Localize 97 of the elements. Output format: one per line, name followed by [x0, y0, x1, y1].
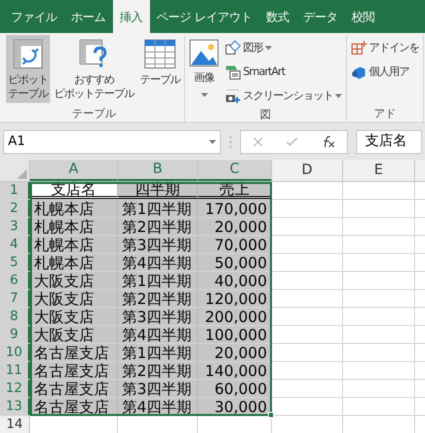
group-label: アド [374, 106, 396, 122]
table-cell: 20,000 [198, 344, 272, 361]
table-cell: 札幌本店 [30, 236, 118, 253]
table-cell: 第3四半期 [118, 308, 198, 325]
row-header[interactable]: 11 [0, 362, 30, 379]
table-cell: 大阪支店 [30, 290, 118, 307]
row-header[interactable]: 14 [0, 416, 30, 433]
column-header[interactable] [415, 160, 425, 181]
table-cell: 札幌本店 [30, 200, 118, 217]
column-header[interactable]: E [343, 160, 415, 181]
name-box[interactable]: A1 [3, 130, 221, 154]
table-cell: 第2四半期 [118, 362, 198, 379]
ribbon-tab[interactable]: 挿入 [112, 0, 150, 33]
ribbon-button[interactable]: 画像 [187, 35, 221, 99]
table-icon [144, 39, 176, 69]
table-cell: 170,000 [198, 200, 272, 217]
table-cell: 大阪支店 [30, 272, 118, 289]
table-cell: 第2四半期 [118, 218, 198, 235]
table-cell: 札幌本店 [30, 254, 118, 271]
image-icon [189, 39, 219, 67]
table-cell: 大阪支店 [30, 308, 118, 325]
ribbon-button[interactable]: SmartArt [223, 61, 344, 83]
caret-icon [265, 46, 272, 50]
ribbon-tab[interactable]: 校閲 [344, 0, 382, 33]
column-header[interactable]: A [30, 160, 118, 181]
table-cell: 70,000 [198, 236, 272, 253]
grid-plus-icon [351, 40, 367, 56]
row-header[interactable]: 3 [0, 218, 30, 235]
table-cell: 名古屋支店 [30, 398, 118, 415]
table-cell: 名古屋支店 [30, 380, 118, 397]
row-header[interactable]: 4 [0, 236, 30, 253]
row-header[interactable]: 12 [0, 380, 30, 397]
table-cell: 名古屋支店 [30, 362, 118, 379]
column-header[interactable]: D [272, 160, 343, 181]
camera-plus-icon [225, 88, 241, 104]
ribbon-button[interactable]: おすすめピボットテーブル [52, 35, 136, 103]
row-header[interactable]: 13 [0, 398, 30, 415]
select-all-icon[interactable] [17, 169, 27, 179]
row-header[interactable]: 7 [0, 290, 30, 307]
ribbon-button[interactable]: 図形 [223, 37, 344, 59]
name-box-text: A1 [8, 132, 26, 151]
column-header[interactable]: C [198, 160, 272, 181]
ribbon-button[interactable]: アドインを [349, 37, 421, 59]
grip-icon [229, 134, 232, 148]
table-cell: 第4四半期 [118, 398, 198, 415]
table-cell: 第1四半期 [118, 344, 198, 361]
fill-handle[interactable] [268, 412, 274, 418]
row-header[interactable]: 5 [0, 254, 30, 271]
cancel-icon[interactable] [252, 136, 263, 146]
ribbon-button[interactable]: スクリーンショット [223, 85, 344, 107]
table-cell: 札幌本店 [30, 218, 118, 235]
table-cell: 名古屋支店 [30, 344, 118, 361]
row-header[interactable]: 9 [0, 326, 30, 343]
formula-field[interactable]: 支店名 [356, 130, 422, 154]
column-header[interactable]: B [118, 160, 198, 181]
caret-icon [200, 93, 208, 97]
ribbon-tab[interactable]: ファイル [4, 0, 64, 33]
table-cell: 第2四半期 [118, 290, 198, 307]
row-header[interactable]: 1 [0, 182, 30, 199]
row-header[interactable]: 6 [0, 272, 30, 289]
caret-icon [209, 140, 216, 144]
table-cell: 第1四半期 [118, 200, 198, 217]
ribbon-tab[interactable]: 数式 [258, 0, 296, 33]
table-cell: 120,000 [198, 290, 272, 307]
table-cell: 第1四半期 [118, 272, 198, 289]
table-cell: 20,000 [198, 218, 272, 235]
table-cell: 50,000 [198, 254, 272, 271]
table-cell: 140,000 [198, 362, 272, 379]
row-header[interactable]: 10 [0, 344, 30, 361]
table-cell: 第3四半期 [118, 236, 198, 253]
table-cell: 40,000 [198, 272, 272, 289]
ribbon-button[interactable]: ピボットテーブル [6, 35, 50, 103]
shapes-icon [225, 40, 241, 56]
ribbon-tab[interactable]: ホーム [64, 0, 112, 33]
table-cell: 第4四半期 [118, 326, 198, 343]
caret-icon [335, 94, 342, 98]
table-cell: 60,000 [198, 380, 272, 397]
ribbon-button[interactable]: テーブル [138, 35, 182, 89]
table-cell: 100,000 [198, 326, 272, 343]
smartart-icon [225, 64, 241, 80]
table-cell: 第4四半期 [118, 254, 198, 271]
function-icon[interactable] [321, 136, 336, 148]
group-label: 図 [260, 107, 271, 122]
ribbon-tab[interactable]: ページ レイアウト [150, 0, 259, 33]
table-cell: 200,000 [198, 308, 272, 325]
pivot-table-icon [13, 39, 43, 69]
group-label: テーブル [72, 106, 116, 122]
row-header[interactable]: 8 [0, 308, 30, 325]
table-cell: 大阪支店 [30, 326, 118, 343]
ribbon-button[interactable]: 個人用ア [349, 61, 421, 83]
table-question-icon [79, 39, 109, 69]
cube-icon [351, 64, 367, 80]
table-cell: 30,000 [198, 398, 272, 415]
check-icon[interactable] [286, 136, 298, 146]
row-header[interactable]: 2 [0, 200, 30, 217]
table-cell: 第3四半期 [118, 380, 198, 397]
ribbon-tab[interactable]: データ [296, 0, 344, 33]
